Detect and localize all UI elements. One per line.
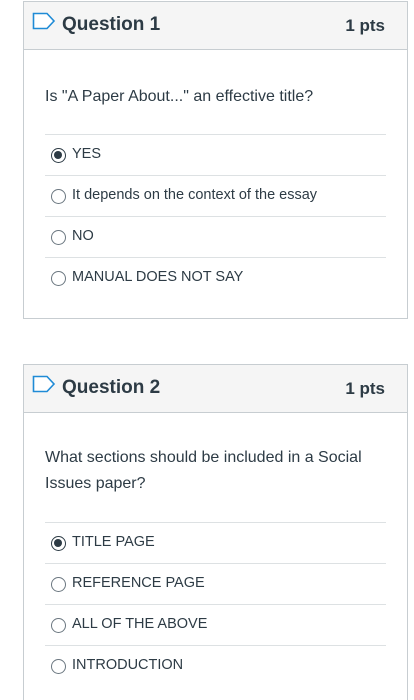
radio-icon[interactable] xyxy=(51,577,66,592)
answer-label: NO xyxy=(72,228,94,244)
answer-label: ALL OF THE ABOVE xyxy=(72,616,208,632)
radio-icon[interactable] xyxy=(51,659,66,674)
answer-option[interactable]: MANUAL DOES NOT SAY xyxy=(45,257,386,298)
answer-option[interactable]: REFERENCE PAGE xyxy=(45,563,386,604)
question-header: Question 1 1 pts xyxy=(24,2,407,50)
question-header: Question 2 1 pts xyxy=(24,365,407,413)
question-card-1: Question 1 1 pts Is "A Paper About..." a… xyxy=(23,1,408,319)
answer-label: MANUAL DOES NOT SAY xyxy=(72,269,244,285)
radio-icon[interactable] xyxy=(51,230,66,245)
answer-option[interactable]: ALL OF THE ABOVE xyxy=(45,604,386,645)
question-points: 1 pts xyxy=(345,379,385,398)
answer-option[interactable]: TITLE PAGE xyxy=(45,522,386,563)
question-card-2: Question 2 1 pts What sections should be… xyxy=(23,364,408,700)
radio-selected-icon[interactable] xyxy=(51,148,66,163)
radio-icon[interactable] xyxy=(51,189,66,204)
answer-option[interactable]: INTRODUCTION xyxy=(45,645,386,686)
question-text: Is "A Paper About..." an effective title… xyxy=(45,88,314,105)
question-title: Question 2 xyxy=(62,377,161,398)
answer-option[interactable]: It depends on the context of the essay xyxy=(45,175,386,216)
question-title: Question 1 xyxy=(62,14,161,35)
answer-label: REFERENCE PAGE xyxy=(72,575,205,591)
question-text: What sections should be included in a So… xyxy=(45,449,362,492)
question-points: 1 pts xyxy=(345,16,385,35)
radio-selected-icon[interactable] xyxy=(51,536,66,551)
answer-option[interactable]: NO xyxy=(45,216,386,257)
answer-list: YES It depends on the context of the ess… xyxy=(45,134,386,298)
flag-question-icon[interactable] xyxy=(32,375,56,393)
answer-label: It depends on the context of the essay xyxy=(72,187,318,203)
answer-label: INTRODUCTION xyxy=(72,657,184,673)
radio-icon[interactable] xyxy=(51,271,66,286)
radio-icon[interactable] xyxy=(51,618,66,633)
flag-question-icon[interactable] xyxy=(32,12,56,30)
answer-label: YES xyxy=(72,146,102,162)
answer-option[interactable]: YES xyxy=(45,134,386,175)
answer-label: TITLE PAGE xyxy=(72,534,155,550)
answer-list: TITLE PAGE REFERENCE PAGE ALL OF THE ABO… xyxy=(45,522,386,686)
